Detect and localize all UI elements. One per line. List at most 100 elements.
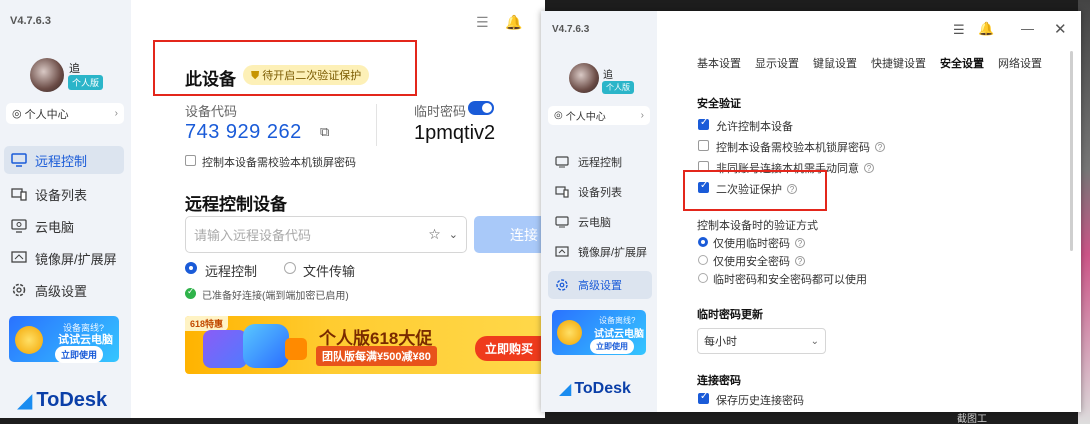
cloud-pc-promo[interactable]: 设备离线? 试试云电脑 立即使用	[552, 310, 646, 355]
lock-password-label: 控制本设备需校验本机锁屏密码	[716, 142, 870, 154]
security-verify-heading: 安全验证	[697, 98, 741, 110]
help-icon[interactable]: ?	[875, 142, 885, 152]
method-secure-radio[interactable]	[698, 255, 708, 265]
sidebar-item-label: 镜像屏/扩展屏	[578, 247, 648, 259]
profile-center-button[interactable]: ◎ 个人中心 ›	[548, 106, 650, 125]
method-secure-option: 仅使用安全密码?	[713, 253, 805, 269]
lock-password-option: 控制本设备需校验本机锁屏密码?	[716, 139, 885, 155]
close-button[interactable]: ✕	[1054, 20, 1067, 38]
device-code-label: 设备代码	[185, 104, 238, 119]
temp-password-update-select[interactable]: 每小时 ⌄	[697, 328, 826, 354]
sidebar-item-device-list[interactable]: 设备列表	[4, 180, 124, 208]
edition-badge: 个人版	[68, 75, 104, 90]
sidebar-item-label: 设备列表	[35, 187, 88, 203]
lock-password-checkbox[interactable]	[185, 155, 196, 166]
extend-screen-icon	[10, 250, 28, 266]
sidebar-item-label: 远程控制	[35, 153, 88, 169]
allow-control-label: 允许控制本设备	[716, 121, 793, 133]
extend-screen-icon	[553, 244, 571, 260]
save-history-checkbox[interactable]	[698, 391, 709, 404]
method-temp-option: 仅使用临时密码?	[713, 235, 805, 251]
temp-password-label: 临时密码	[414, 104, 467, 119]
remote-code-input[interactable]: 请输入远程设备代码 ☆ ⌄	[185, 216, 467, 253]
verify-method-heading: 控制本设备时的验证方式	[697, 220, 818, 232]
menu-icon[interactable]: ☰	[953, 22, 965, 38]
version-label: V4.7.6.3	[10, 15, 51, 27]
brand-name: ToDesk	[574, 380, 631, 397]
todesk-logo-icon: ◢	[559, 381, 572, 398]
help-icon[interactable]: ?	[795, 238, 805, 248]
tab-shortcuts[interactable]: 快捷键设置	[871, 55, 926, 71]
gamepad-gift-icon	[203, 330, 247, 368]
promo-use-now-button[interactable]: 立即使用	[55, 346, 104, 363]
temp-password-update-heading: 临时密码更新	[697, 309, 763, 321]
cloud-monitor-icon	[10, 218, 28, 234]
todesk-logo: ◢ ToDesk	[17, 388, 107, 413]
highlight-box	[153, 40, 417, 96]
sidebar-item-mirror-screen[interactable]: 镜像屏/扩展屏	[548, 240, 652, 264]
edition-badge: 个人版	[602, 81, 634, 94]
help-icon[interactable]: ?	[795, 256, 805, 266]
mode-file-transfer-radio[interactable]	[284, 262, 296, 274]
mode-remote-control-radio[interactable]	[185, 262, 197, 274]
profile-center-button[interactable]: ◎ 个人中心 ›	[6, 103, 124, 124]
avatar[interactable]	[30, 58, 64, 92]
settings-scrollbar[interactable]	[1070, 51, 1073, 251]
sidebar-item-remote-control[interactable]: 远程控制	[548, 150, 652, 174]
monitor-icon	[10, 152, 28, 168]
minimize-button[interactable]: —	[1021, 21, 1034, 36]
tab-basic[interactable]: 基本设置	[697, 55, 741, 71]
star-icon[interactable]: ☆	[428, 226, 441, 243]
chevron-down-icon[interactable]: ⌄	[449, 228, 458, 241]
menu-icon[interactable]: ☰	[476, 14, 489, 31]
tab-display[interactable]: 显示设置	[755, 55, 799, 71]
bell-icon[interactable]: 🔔	[505, 14, 522, 31]
todesk-main-window: V4.7.6.3 追 个人版 ◎ 个人中心 › 远程控制 设备列表 云电脑 镜像…	[0, 0, 545, 418]
cloud-pc-promo[interactable]: 设备离线? 试试云电脑 立即使用	[9, 316, 119, 363]
tab-keyboard-mouse[interactable]: 键鼠设置	[813, 55, 857, 71]
present-icon	[285, 338, 307, 360]
sidebar: V4.7.6.3 追 个人版 ◎ 个人中心 › 远程控制 设备列表 云电脑 镜像…	[541, 11, 657, 412]
sidebar-item-label: 设备列表	[578, 187, 622, 199]
temp-password-update-value: 每小时	[704, 336, 737, 348]
highlight-box	[683, 170, 827, 211]
sidebar-item-advanced-settings[interactable]: 高级设置	[4, 276, 124, 304]
copy-icon[interactable]: ⧉	[320, 124, 329, 140]
sidebar-item-device-list[interactable]: 设备列表	[548, 180, 652, 204]
sidebar-item-label: 远程控制	[578, 157, 622, 169]
divider	[376, 104, 377, 146]
sidebar-item-remote-control[interactable]: 远程控制	[4, 146, 124, 174]
sidebar-item-advanced-settings[interactable]: 高级设置	[548, 271, 652, 299]
chevron-down-icon: ⌄	[810, 335, 819, 347]
connect-button[interactable]: 连接	[474, 216, 545, 253]
banner-subtitle: 团队版每满¥500减¥80	[316, 346, 437, 366]
bell-icon[interactable]: 🔔	[978, 21, 994, 37]
tab-network[interactable]: 网络设置	[998, 55, 1042, 71]
allow-control-checkbox[interactable]	[698, 117, 709, 130]
method-secure-label: 仅使用安全密码	[713, 256, 790, 268]
tab-security[interactable]: 安全设置	[940, 55, 984, 71]
lock-password-checkbox[interactable]	[698, 140, 709, 151]
todesk-logo-icon: ◢	[17, 390, 33, 412]
sidebar-item-label: 高级设置	[578, 280, 622, 292]
chevron-right-icon: ›	[640, 110, 644, 121]
gear-icon	[10, 282, 28, 298]
temp-password-toggle[interactable]	[468, 101, 494, 115]
avatar[interactable]	[569, 63, 599, 93]
method-both-radio[interactable]	[698, 273, 708, 283]
check-circle-icon	[185, 286, 196, 299]
sidebar-item-label: 云电脑	[578, 217, 611, 229]
promo-use-now-button[interactable]: 立即使用	[590, 339, 634, 354]
user-circle-icon: ◎	[554, 110, 563, 121]
sidebar-item-cloud-pc[interactable]: 云电脑	[4, 212, 124, 240]
sidebar-item-mirror-screen[interactable]: 镜像屏/扩展屏	[4, 244, 124, 272]
method-temp-radio[interactable]	[698, 237, 708, 247]
sidebar-item-cloud-pc[interactable]: 云电脑	[548, 210, 652, 234]
buy-now-button[interactable]: 立即购买	[475, 336, 544, 361]
promo-618-banner[interactable]: 618特惠 个人版618大促 团队版每满¥500减¥80 立即购买	[185, 316, 545, 374]
version-label: V4.7.6.3	[552, 24, 590, 35]
sidebar: V4.7.6.3 追 个人版 ◎ 个人中心 › 远程控制 设备列表 云电脑 镜像…	[0, 0, 131, 418]
method-both-label: 临时密码和安全密码都可以使用	[713, 274, 867, 286]
help-icon[interactable]: ?	[864, 163, 874, 173]
mode-remote-control-label: 远程控制	[205, 264, 258, 279]
